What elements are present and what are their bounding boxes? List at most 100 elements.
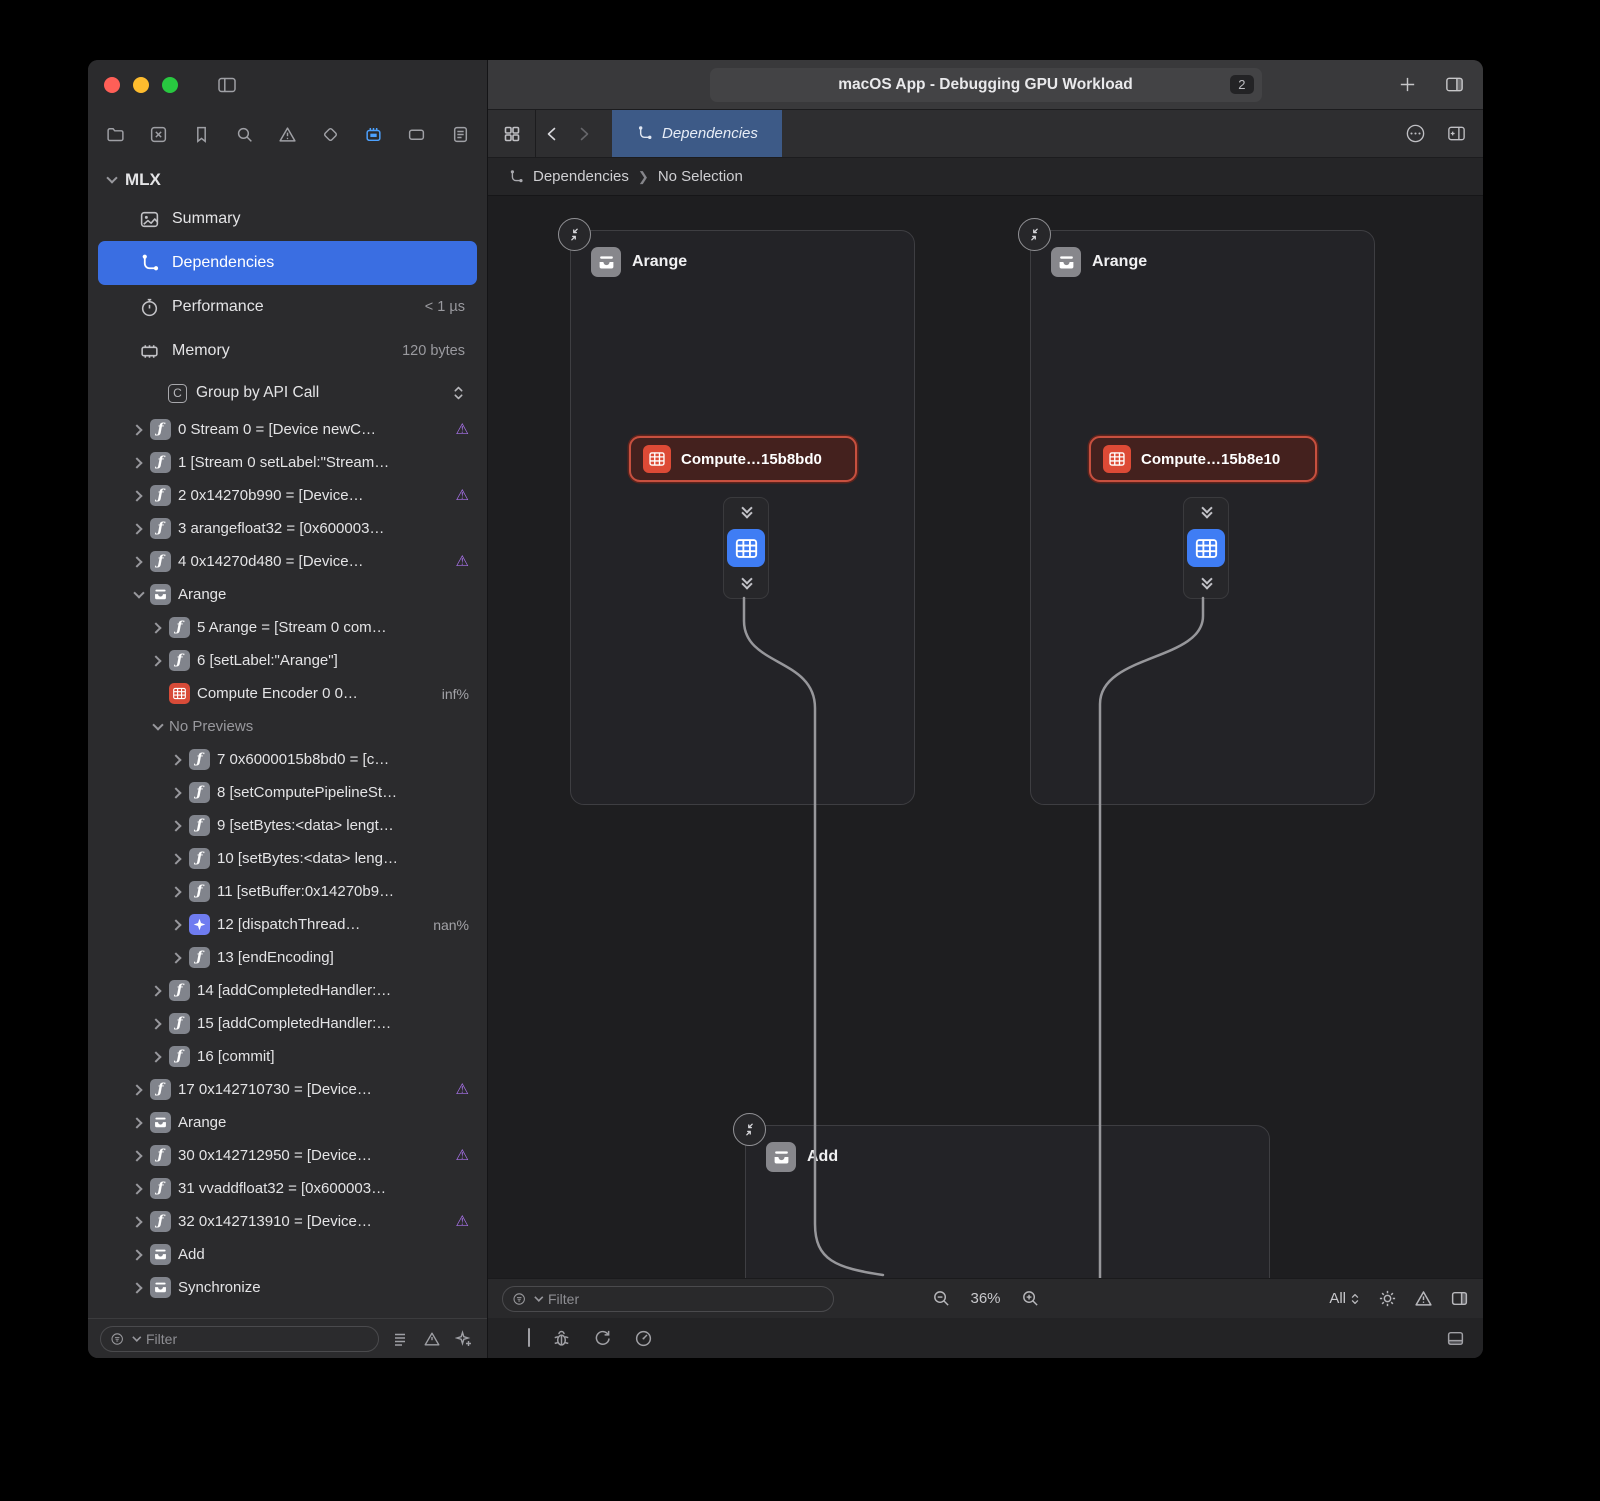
zoom-window-button[interactable]	[162, 77, 178, 93]
new-tab-icon[interactable]	[1397, 74, 1418, 95]
sidebar-filter-input[interactable]	[146, 1331, 369, 1347]
disclosure-closed-icon[interactable]	[133, 458, 143, 468]
tree-item[interactable]: ƒ11 [setBuffer:0x14270b9…	[98, 875, 477, 908]
compute-encoder-node[interactable]: Compute…15b8e10	[1089, 436, 1317, 482]
tests-navigator-icon[interactable]	[317, 120, 345, 148]
settings-gear-icon[interactable]	[1378, 1289, 1397, 1308]
tree-item[interactable]: ƒ7 0x6000015b8bd0 = [c…	[98, 743, 477, 776]
group-by-api-call-control[interactable]: C Group by API Call	[88, 373, 487, 413]
search-navigator-icon[interactable]	[230, 120, 258, 148]
disclosure-closed-icon[interactable]	[172, 854, 182, 864]
reports-navigator-icon[interactable]	[446, 120, 474, 148]
disclosure-closed-icon[interactable]	[172, 755, 182, 765]
breadcrumb-root[interactable]: Dependencies	[533, 168, 629, 185]
disclosure-closed-icon[interactable]	[133, 1217, 143, 1227]
tag-navigator-icon[interactable]	[403, 120, 431, 148]
disclosure-closed-icon[interactable]	[172, 953, 182, 963]
tree-item[interactable]: ƒ15 [addCompletedHandler:…	[98, 1007, 477, 1040]
tree-item[interactable]: Arange	[98, 578, 477, 611]
tree-item[interactable]: ƒ31 vvaddfloat32 = [0x600003…	[98, 1172, 477, 1205]
disclosure-open-icon[interactable]	[133, 590, 143, 600]
show-runtime-issues-icon[interactable]	[453, 1328, 475, 1350]
tree-item[interactable]: ƒ5 Arange = [Stream 0 com…	[98, 611, 477, 644]
view-mode-outline-icon[interactable]	[528, 1329, 530, 1347]
graph-group-arange-2[interactable]: Arange Compute…15b8e10	[1030, 230, 1375, 805]
tree-item[interactable]: ƒ9 [setBytes:<data> lengt…	[98, 809, 477, 842]
disclosure-closed-icon[interactable]	[172, 788, 182, 798]
project-navigator-icon[interactable]	[101, 120, 129, 148]
window-title-tab[interactable]: macOS App - Debugging GPU Workload 2	[710, 68, 1262, 102]
disclosure-closed-icon[interactable]	[133, 1283, 143, 1293]
graph-group-add[interactable]: Add	[745, 1125, 1270, 1278]
show-warnings-icon[interactable]	[421, 1328, 443, 1350]
toggle-right-panel-icon[interactable]	[1450, 1289, 1469, 1308]
tree-item[interactable]: ƒ16 [commit]	[98, 1040, 477, 1073]
collapse-group-icon[interactable]	[733, 1113, 766, 1146]
disclosure-closed-icon[interactable]	[133, 524, 143, 534]
tree-item[interactable]: ƒ10 [setBytes:<data> leng…	[98, 842, 477, 875]
add-editor-icon[interactable]	[1446, 123, 1467, 144]
disclosure-closed-icon[interactable]	[152, 1019, 162, 1029]
tree-root-row[interactable]: MLX	[88, 163, 487, 197]
tree-item[interactable]: ƒ2 0x14270b990 = [Device…⚠	[98, 479, 477, 512]
tree-item[interactable]: ƒ13 [endEncoding]	[98, 941, 477, 974]
disclosure-closed-icon[interactable]	[133, 1151, 143, 1161]
disclosure-closed-icon[interactable]	[133, 1085, 143, 1095]
disclosure-closed-icon[interactable]	[133, 1250, 143, 1260]
disclosure-closed-icon[interactable]	[133, 1118, 143, 1128]
zoom-level[interactable]: 36%	[970, 1290, 1000, 1307]
tree-item[interactable]: ƒ1 [Stream 0 setLabel:"Stream…	[98, 446, 477, 479]
graph-group-arange-1[interactable]: Arange Compute…15b8bd0	[570, 230, 915, 805]
tree-item[interactable]: ƒ3 arangefloat32 = [0x600003…	[98, 512, 477, 545]
disclosure-open-icon[interactable]	[106, 175, 116, 185]
zoom-in-icon[interactable]	[1021, 1289, 1040, 1308]
issues-warning-icon[interactable]	[1414, 1289, 1433, 1308]
tree-item[interactable]: Arange	[98, 1106, 477, 1139]
disclosure-closed-icon[interactable]	[133, 557, 143, 567]
tree-item[interactable]: No Previews	[98, 710, 477, 743]
compute-encoder-node[interactable]: Compute…15b8bd0	[629, 436, 857, 482]
flatten-list-icon[interactable]	[389, 1328, 411, 1350]
disclosure-closed-icon[interactable]	[172, 920, 182, 930]
chevron-down-icon[interactable]	[132, 1335, 140, 1343]
tree-item[interactable]: Add	[98, 1238, 477, 1271]
disclosure-closed-icon[interactable]	[133, 1184, 143, 1194]
tree-item[interactable]: ƒ8 [setComputePipelineSt…	[98, 776, 477, 809]
zoom-out-icon[interactable]	[931, 1289, 950, 1308]
disclosure-open-icon[interactable]	[152, 722, 162, 732]
collapse-group-icon[interactable]	[558, 218, 591, 251]
tree-item[interactable]: ƒ30 0x142712950 = [Device…⚠	[98, 1139, 477, 1172]
toggle-inspector-panel-icon[interactable]	[1444, 74, 1465, 95]
disclosure-closed-icon[interactable]	[172, 887, 182, 897]
tree-item[interactable]: ƒ6 [setLabel:"Arange"]	[98, 644, 477, 677]
dependency-graph-canvas[interactable]: Arange Compute…15b8bd0 Aran	[488, 196, 1483, 1278]
issues-navigator-icon[interactable]	[274, 120, 302, 148]
errors-navigator-icon[interactable]	[144, 120, 172, 148]
disclosure-closed-icon[interactable]	[152, 656, 162, 666]
scope-selector[interactable]: All	[1329, 1290, 1361, 1307]
dispatch-block[interactable]	[723, 497, 769, 599]
minimize-window-button[interactable]	[133, 77, 149, 93]
sidebar-item-memory[interactable]: Memory120 bytes	[98, 329, 477, 373]
canvas-filter-input[interactable]	[548, 1291, 824, 1307]
gpu-debugger-navigator-icon[interactable]	[360, 120, 388, 148]
tree-item[interactable]: ƒ17 0x142710730 = [Device…⚠	[98, 1073, 477, 1106]
debug-bug-icon[interactable]	[552, 1329, 571, 1348]
tree-item[interactable]: 12 [dispatchThread…nan%	[98, 908, 477, 941]
disclosure-closed-icon[interactable]	[133, 491, 143, 501]
sidebar-item-summary[interactable]: Summary	[98, 197, 477, 241]
collapse-group-icon[interactable]	[1018, 218, 1051, 251]
tree-item[interactable]: ƒ14 [addCompletedHandler:…	[98, 974, 477, 1007]
tree-item[interactable]: Compute Encoder 0 0…inf%	[98, 677, 477, 710]
refresh-icon[interactable]	[593, 1329, 612, 1348]
disclosure-closed-icon[interactable]	[152, 986, 162, 996]
performance-gauge-icon[interactable]	[634, 1329, 653, 1348]
dispatch-block[interactable]	[1183, 497, 1229, 599]
canvas-filter-field[interactable]	[502, 1286, 834, 1312]
tree-item[interactable]: ƒ4 0x14270d480 = [Device…⚠	[98, 545, 477, 578]
related-items-grid-icon[interactable]	[503, 125, 521, 143]
group-by-stepper-icon[interactable]	[452, 383, 465, 403]
chevron-down-icon[interactable]	[534, 1295, 542, 1303]
toggle-bottom-panel-icon[interactable]	[1446, 1329, 1465, 1348]
tree-item[interactable]: Synchronize	[98, 1271, 477, 1304]
